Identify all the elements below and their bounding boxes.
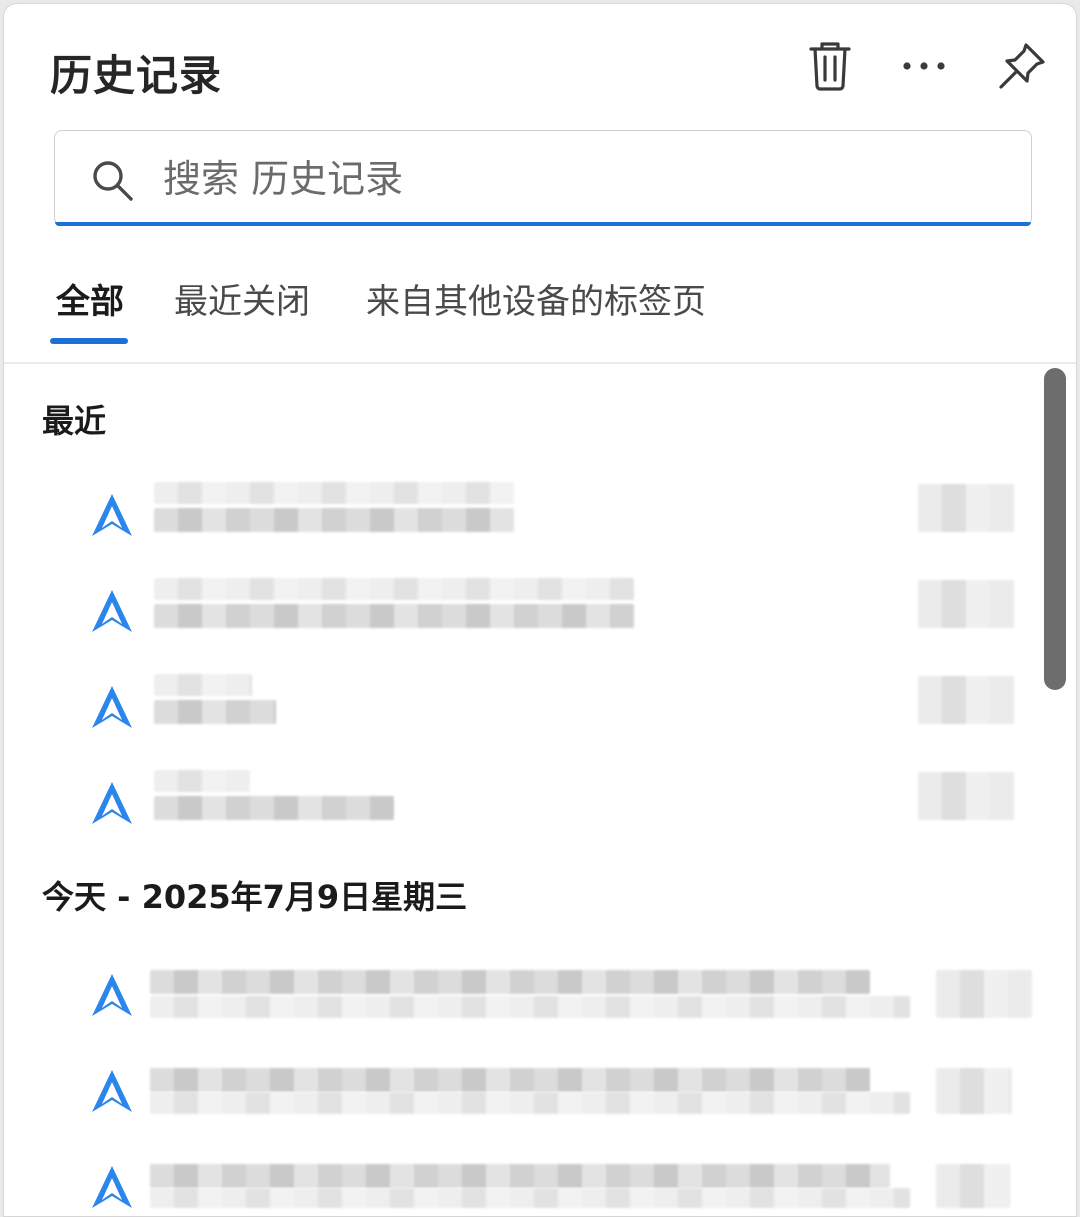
site-logo-icon (92, 782, 132, 824)
blurred-url (154, 604, 634, 628)
history-item[interactable] (4, 756, 1034, 850)
blurred-time (918, 676, 1014, 724)
blurred-url (150, 1092, 910, 1114)
history-item[interactable] (4, 1044, 1034, 1138)
more-horizontal-icon (903, 62, 945, 70)
history-item[interactable] (4, 1140, 1034, 1216)
delete-history-button[interactable] (800, 36, 860, 96)
history-item[interactable] (4, 948, 1034, 1042)
pin-icon (999, 43, 1045, 89)
tab-all[interactable]: 全部 (50, 274, 128, 344)
blurred-title (154, 770, 250, 792)
blurred-time (918, 484, 1014, 532)
blurred-title (150, 1164, 890, 1188)
blurred-time (936, 970, 1032, 1018)
section-heading-today: 今天 - 2025年7月9日星期三 (42, 878, 468, 916)
tab-other-devices[interactable]: 来自其他设备的标签页 (366, 274, 706, 344)
blurred-url (154, 700, 276, 724)
site-logo-icon (92, 590, 132, 632)
blurred-url (150, 1188, 910, 1208)
tab-recently-closed[interactable]: 最近关闭 (174, 274, 310, 344)
blurred-title (150, 970, 870, 994)
history-panel: 历史记录 搜索 历史记录 全部 最近关闭 来自其他设备的标签页 最近 今天 - … (3, 3, 1077, 1217)
site-logo-icon (92, 494, 132, 536)
tabs-divider (4, 362, 1076, 364)
blurred-time (936, 1068, 1012, 1114)
blurred-time (918, 772, 1014, 820)
section-heading-recent: 最近 (42, 402, 107, 440)
search-icon (93, 161, 133, 201)
trash-icon (809, 42, 851, 91)
pin-panel-button[interactable] (992, 36, 1052, 96)
scrollbar-thumb[interactable] (1044, 368, 1066, 690)
history-item[interactable] (4, 660, 1034, 754)
blurred-time (936, 1164, 1010, 1208)
panel-title: 历史记录 (50, 51, 223, 100)
site-logo-icon (92, 686, 132, 728)
site-logo-icon (92, 974, 132, 1016)
history-item[interactable] (4, 468, 1034, 562)
site-logo-icon (92, 1166, 132, 1208)
blurred-title (154, 578, 634, 600)
blurred-url (154, 796, 394, 820)
blurred-title (150, 1068, 870, 1092)
blurred-title (154, 674, 252, 696)
history-item[interactable] (4, 564, 1034, 658)
site-logo-icon (92, 1070, 132, 1112)
search-input[interactable] (163, 149, 1003, 209)
blurred-url (150, 996, 910, 1018)
search-box (54, 130, 1032, 226)
blurred-title (154, 482, 514, 504)
blurred-url (154, 508, 514, 532)
more-options-button[interactable] (894, 36, 954, 96)
blurred-time (918, 580, 1014, 628)
